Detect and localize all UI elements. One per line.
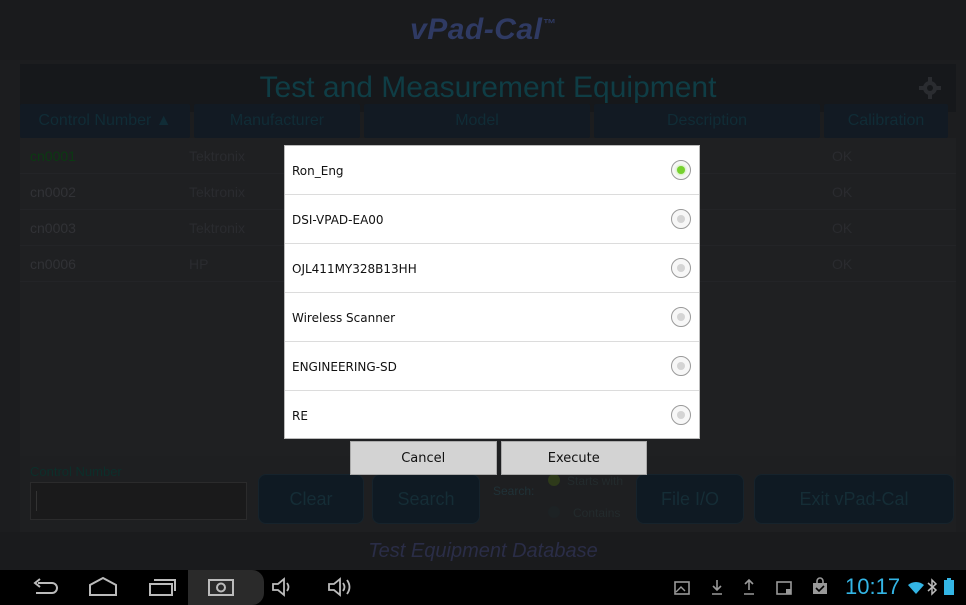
clock: 10:17 bbox=[845, 574, 901, 599]
system-navbar: 10:17 bbox=[0, 570, 966, 605]
option-radio[interactable] bbox=[671, 209, 691, 229]
header-control-number[interactable]: Control Number ▲ bbox=[20, 104, 190, 138]
shopping-bag-icon bbox=[813, 577, 827, 594]
control-number-label: Control Number bbox=[30, 464, 122, 479]
search-mode-label: Search: bbox=[493, 484, 535, 498]
header-calibration[interactable]: Calibration bbox=[824, 104, 948, 138]
option-radio-selected[interactable] bbox=[671, 160, 691, 180]
option-label: ENGINEERING-SD bbox=[292, 360, 397, 374]
cell-manufacturer: Tektronix bbox=[189, 220, 246, 236]
app-brand: vPad-Cal™ bbox=[410, 13, 556, 47]
clear-button[interactable]: Clear bbox=[258, 474, 364, 524]
cancel-button[interactable]: Cancel bbox=[350, 441, 497, 475]
option-radio[interactable] bbox=[671, 405, 691, 425]
header-manufacturer[interactable]: Manufacturer bbox=[194, 104, 360, 138]
volume-up-icon[interactable] bbox=[326, 575, 358, 599]
starts-with-label: Starts with bbox=[567, 474, 624, 488]
selection-dialog: Ron_Eng DSI-VPAD-EA00 OJL411MY328B13HH W… bbox=[284, 145, 700, 439]
footer-text: Test Equipment Database bbox=[368, 539, 598, 562]
dialog-buttons: Cancel Execute bbox=[350, 441, 647, 475]
gallery-notification-icon bbox=[674, 581, 690, 595]
cell-manufacturer: Tektronix bbox=[189, 184, 246, 200]
footer-bar: Test Equipment Database bbox=[0, 532, 966, 570]
cell-calibration: OK bbox=[832, 256, 853, 272]
wifi-icon bbox=[908, 581, 924, 594]
cell-control-number: cn0003 bbox=[30, 220, 76, 236]
cell-manufacturer: HP bbox=[189, 256, 209, 272]
cell-calibration: OK bbox=[832, 148, 853, 164]
battery-icon bbox=[944, 578, 954, 595]
recent-apps-icon[interactable] bbox=[146, 575, 178, 599]
cell-calibration: OK bbox=[832, 184, 853, 200]
dialog-option[interactable]: OJL411MY328B13HH bbox=[285, 244, 699, 293]
download-icon bbox=[712, 580, 722, 595]
option-label: RE bbox=[292, 409, 308, 423]
option-label: Ron_Eng bbox=[292, 164, 344, 178]
contains-label: Contains bbox=[573, 506, 621, 520]
cell-control-number: cn0001 bbox=[30, 148, 76, 164]
control-number-input[interactable] bbox=[30, 482, 247, 520]
window-notification-icon bbox=[776, 581, 792, 595]
dialog-option[interactable]: ENGINEERING-SD bbox=[285, 342, 699, 391]
exit-button[interactable]: Exit vPad-Cal bbox=[754, 474, 954, 524]
trademark: ™ bbox=[542, 16, 556, 31]
cell-control-number: cn0002 bbox=[30, 184, 76, 200]
table-header: Control Number ▲ Manufacturer Model Desc… bbox=[20, 104, 956, 138]
file-io-button[interactable]: File I/O bbox=[636, 474, 744, 524]
text-caret bbox=[36, 491, 37, 511]
cell-manufacturer: Tektronix bbox=[189, 148, 246, 164]
option-label: OJL411MY328B13HH bbox=[292, 262, 417, 276]
dialog-option[interactable]: Wireless Scanner bbox=[285, 293, 699, 342]
option-label: DSI-VPAD-EA00 bbox=[292, 213, 384, 227]
option-radio[interactable] bbox=[671, 307, 691, 327]
gear-icon[interactable] bbox=[918, 76, 942, 100]
back-icon[interactable] bbox=[30, 575, 60, 599]
starts-with-radio[interactable] bbox=[548, 474, 560, 486]
home-icon[interactable] bbox=[86, 575, 120, 599]
bluetooth-icon bbox=[927, 578, 938, 596]
option-label: Wireless Scanner bbox=[292, 311, 396, 325]
cell-control-number: cn0006 bbox=[30, 256, 76, 272]
brand-text: vPad-Cal bbox=[410, 13, 543, 46]
dialog-option[interactable]: DSI-VPAD-EA00 bbox=[285, 195, 699, 244]
screenshot-icon[interactable] bbox=[206, 575, 236, 599]
contains-radio[interactable] bbox=[548, 506, 560, 518]
title-bar: vPad-Cal™ bbox=[0, 0, 966, 60]
panel-title: Test and Measurement Equipment bbox=[259, 71, 717, 104]
header-model[interactable]: Model bbox=[364, 104, 590, 138]
dialog-option[interactable]: Ron_Eng bbox=[285, 146, 699, 195]
upload-icon bbox=[744, 578, 754, 595]
search-button[interactable]: Search bbox=[372, 474, 480, 524]
dialog-option[interactable]: RE bbox=[285, 391, 699, 440]
option-radio[interactable] bbox=[671, 258, 691, 278]
header-description[interactable]: Description bbox=[594, 104, 820, 138]
option-radio[interactable] bbox=[671, 356, 691, 376]
execute-button[interactable]: Execute bbox=[500, 441, 647, 475]
volume-down-icon[interactable] bbox=[270, 575, 296, 599]
cell-calibration: OK bbox=[832, 220, 853, 236]
